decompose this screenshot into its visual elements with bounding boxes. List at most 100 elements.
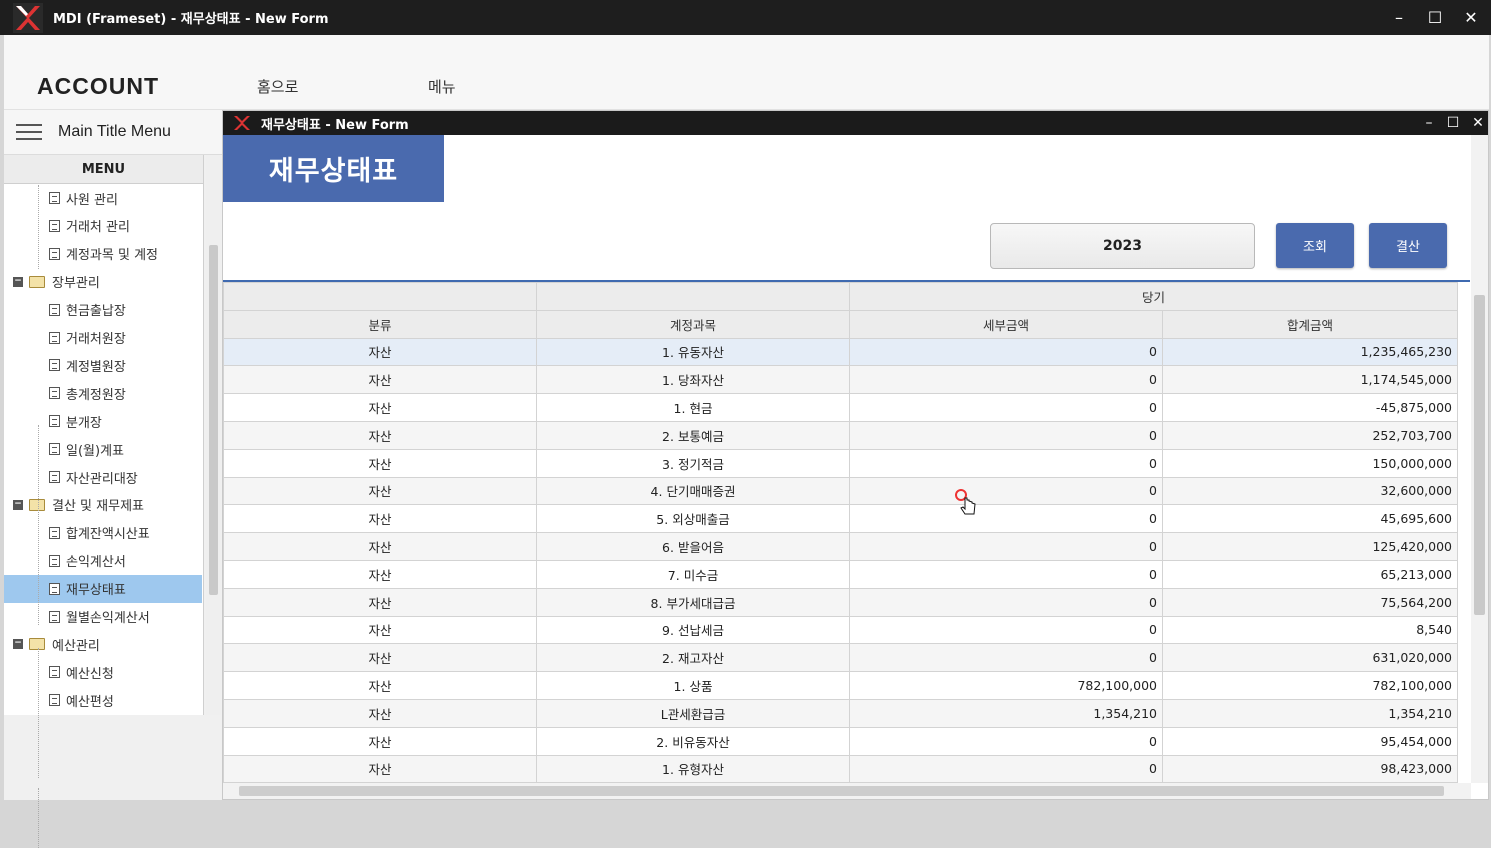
cell-total-amount[interactable]: 631,020,000 xyxy=(1161,643,1459,673)
tree-item[interactable]: 거래처원장 xyxy=(4,324,202,352)
cell-account[interactable]: L관세환급금 xyxy=(536,698,850,728)
cell-detail-amount[interactable]: 1,354,210 xyxy=(849,698,1163,728)
cell-category[interactable]: 자산 xyxy=(223,365,537,395)
maximize-button[interactable]: ☐ xyxy=(1417,0,1453,35)
cell-category[interactable]: 자산 xyxy=(223,504,537,534)
cell-category[interactable]: 자산 xyxy=(223,337,537,367)
cell-account[interactable]: 4. 단기매매증권 xyxy=(536,476,850,506)
table-row[interactable]: 자산 2. 보통예금 0 252,703,700 xyxy=(223,420,1459,450)
tree-item[interactable]: 자산관리대장 xyxy=(4,463,202,491)
table-row[interactable]: 자산 1. 유형자산 0 98,423,000 xyxy=(223,754,1459,784)
cell-category[interactable]: 자산 xyxy=(223,420,537,450)
collapse-icon[interactable]: − xyxy=(13,499,23,510)
cell-detail-amount[interactable]: 0 xyxy=(849,587,1163,617)
grid-hscroll-thumb[interactable] xyxy=(239,786,1444,796)
cell-total-amount[interactable]: 1,174,545,000 xyxy=(1161,365,1459,395)
tree-item[interactable]: 현금출납장 xyxy=(4,296,202,324)
tree-item[interactable]: 월별손익계산서 xyxy=(4,603,202,631)
close-button[interactable]: ✕ xyxy=(1453,0,1489,35)
cell-total-amount[interactable]: 95,454,000 xyxy=(1161,726,1459,756)
tree-item[interactable]: 거래처 관리 xyxy=(4,212,202,240)
child-minimize-button[interactable]: – xyxy=(1417,111,1441,135)
child-close-button[interactable]: ✕ xyxy=(1466,111,1490,135)
settle-button[interactable]: 결산 xyxy=(1369,223,1447,268)
cell-total-amount[interactable]: 45,695,600 xyxy=(1161,504,1459,534)
cell-total-amount[interactable]: 1,235,465,230 xyxy=(1161,337,1459,367)
cell-total-amount[interactable]: 782,100,000 xyxy=(1161,671,1459,700)
cell-total-amount[interactable]: 8,540 xyxy=(1161,615,1459,645)
cell-account[interactable]: 3. 정기적금 xyxy=(536,448,850,478)
cell-detail-amount[interactable]: 0 xyxy=(849,337,1163,367)
column-header-total-amount[interactable]: 합계금액 xyxy=(1161,309,1459,339)
cell-category[interactable]: 자산 xyxy=(223,726,537,756)
cell-detail-amount[interactable]: 0 xyxy=(849,504,1163,534)
cell-category[interactable]: 자산 xyxy=(223,587,537,617)
cell-account[interactable]: 1. 유형자산 xyxy=(536,754,850,784)
cell-detail-amount[interactable]: 0 xyxy=(849,615,1163,645)
cell-detail-amount[interactable]: 782,100,000 xyxy=(849,671,1163,700)
cell-category[interactable]: 자산 xyxy=(223,559,537,589)
cell-total-amount[interactable]: 252,703,700 xyxy=(1161,420,1459,450)
cell-account[interactable]: 1. 상품 xyxy=(536,671,850,700)
tree-item[interactable]: 분개장 xyxy=(4,407,202,435)
cell-category[interactable]: 자산 xyxy=(223,698,537,728)
cell-detail-amount[interactable]: 0 xyxy=(849,643,1163,673)
balance-sheet-grid[interactable]: 당기 분류 계정과목 세부금액 합계금액 자산 1. 유동자산 0 1,235,465… xyxy=(223,282,1459,784)
cell-account[interactable]: 9. 선납세금 xyxy=(536,615,850,645)
table-row[interactable]: 자산 L관세환급금 1,354,210 1,354,210 xyxy=(223,698,1459,728)
table-row[interactable]: 자산 2. 비유동자산 0 95,454,000 xyxy=(223,726,1459,756)
cell-category[interactable]: 자산 xyxy=(223,643,537,673)
cell-account[interactable]: 1. 현금 xyxy=(536,393,850,422)
grid-horizontal-scrollbar[interactable] xyxy=(223,783,1471,799)
table-row[interactable]: 자산 1. 현금 0 -45,875,000 xyxy=(223,393,1459,422)
tree-item[interactable]: 사원 관리 xyxy=(4,184,202,212)
table-row[interactable]: 자산 1. 당좌자산 0 1,174,545,000 xyxy=(223,365,1459,395)
cell-category[interactable]: 자산 xyxy=(223,448,537,478)
cell-total-amount[interactable]: 98,423,000 xyxy=(1161,754,1459,784)
tree-item[interactable]: 계정별원장 xyxy=(4,351,202,379)
cell-detail-amount[interactable]: 0 xyxy=(849,726,1163,756)
table-row[interactable]: 자산 9. 선납세금 0 8,540 xyxy=(223,615,1459,645)
cell-category[interactable]: 자산 xyxy=(223,671,537,700)
tree-folder[interactable]: − 결산 및 재무제표 xyxy=(4,491,202,519)
query-button[interactable]: 조회 xyxy=(1276,223,1354,268)
cell-account[interactable]: 5. 외상매출금 xyxy=(536,504,850,534)
cell-total-amount[interactable]: 65,213,000 xyxy=(1161,559,1459,589)
table-row[interactable]: 자산 1. 상품 782,100,000 782,100,000 xyxy=(223,671,1459,700)
tree-item[interactable]: 합계잔액시산표 xyxy=(4,519,202,547)
cell-account[interactable]: 2. 비유동자산 xyxy=(536,726,850,756)
table-row[interactable]: 자산 6. 받을어음 0 125,420,000 xyxy=(223,532,1459,561)
cell-detail-amount[interactable]: 0 xyxy=(849,393,1163,422)
cell-total-amount[interactable]: -45,875,000 xyxy=(1161,393,1459,422)
tree-folder[interactable]: − 장부관리 xyxy=(4,268,202,296)
nav-home-link[interactable]: 홈으로 xyxy=(257,76,298,97)
tree-item[interactable]: 총계정원장 xyxy=(4,379,202,407)
cell-total-amount[interactable]: 1,354,210 xyxy=(1161,698,1459,728)
tree-folder[interactable]: − 예산관리 xyxy=(4,630,202,658)
minimize-button[interactable]: – xyxy=(1381,0,1417,35)
column-header-detail-amount[interactable]: 세부금액 xyxy=(849,309,1163,339)
tree-item[interactable]: 예산편성 xyxy=(4,686,202,714)
cell-account[interactable]: 6. 받을어음 xyxy=(536,532,850,561)
cell-account[interactable]: 8. 부가세대급금 xyxy=(536,587,850,617)
cell-category[interactable]: 자산 xyxy=(223,754,537,784)
sidebar-scrollbar-thumb[interactable] xyxy=(209,245,218,595)
column-header-category[interactable]: 분류 xyxy=(223,309,537,339)
cell-category[interactable]: 자산 xyxy=(223,615,537,645)
table-row[interactable]: 자산 8. 부가세대급금 0 75,564,200 xyxy=(223,587,1459,617)
cell-account[interactable]: 2. 재고자산 xyxy=(536,643,850,673)
table-row[interactable]: 자산 3. 정기적금 0 150,000,000 xyxy=(223,448,1459,478)
child-maximize-button[interactable]: ☐ xyxy=(1441,111,1465,135)
grid-vertical-scrollbar[interactable] xyxy=(1471,135,1488,783)
collapse-icon[interactable]: − xyxy=(13,276,23,287)
cell-detail-amount[interactable]: 0 xyxy=(849,476,1163,506)
table-row[interactable]: 자산 4. 단기매매증권 0 32,600,000 xyxy=(223,476,1459,506)
hamburger-icon[interactable] xyxy=(16,119,42,145)
nav-menu-link[interactable]: 메뉴 xyxy=(428,76,456,97)
cell-category[interactable]: 자산 xyxy=(223,476,537,506)
tree-item[interactable]: 예산신청 xyxy=(4,658,202,686)
tree-item[interactable]: 일(월)계표 xyxy=(4,435,202,463)
cell-detail-amount[interactable]: 0 xyxy=(849,365,1163,395)
cell-category[interactable]: 자산 xyxy=(223,532,537,561)
cell-detail-amount[interactable]: 0 xyxy=(849,448,1163,478)
